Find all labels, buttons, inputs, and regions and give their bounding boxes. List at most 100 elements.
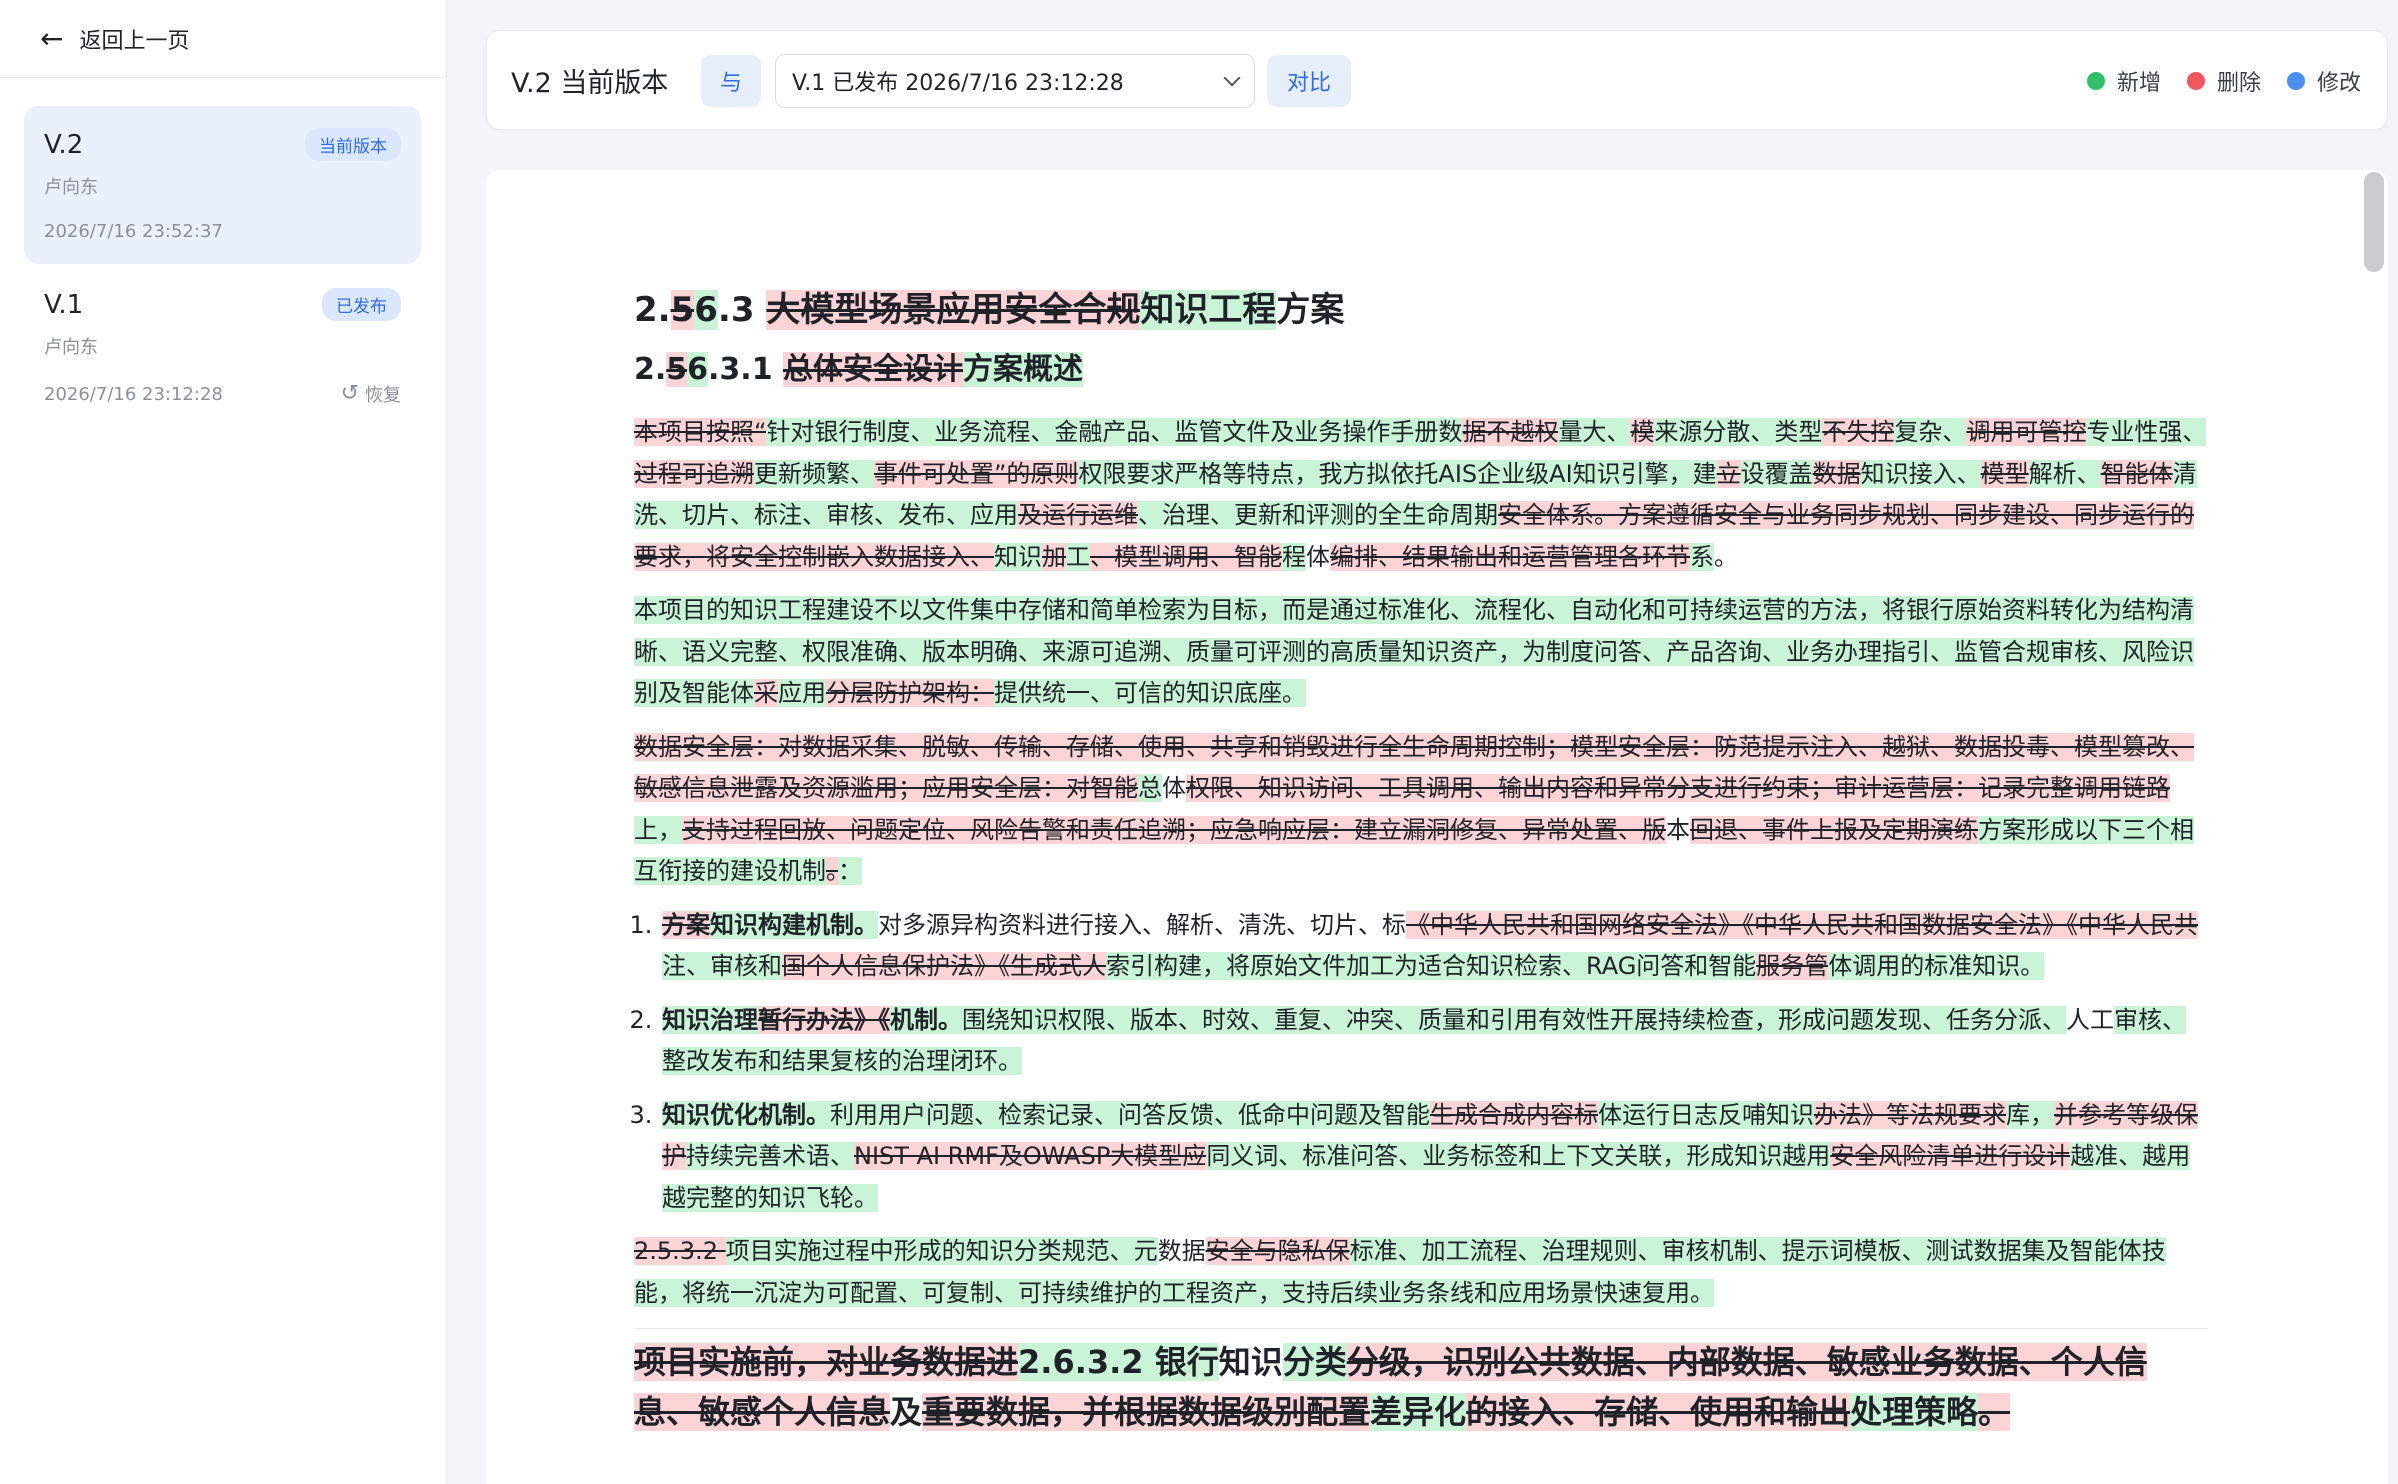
added-text: 注、审核和 [662, 952, 782, 980]
unchanged-text: 方案 [1276, 290, 1345, 330]
deleted-text: 事件可处置”的原则 [874, 459, 1079, 488]
list-item: 知识优化机制。利用用户问题、检索记录、问答反馈、低命中问题及智能生成合成内容标体… [660, 1095, 2208, 1220]
paragraph: 本项目按照“针对银行制度、业务流程、金融产品、监管文件及业务操作手册数据不越权量… [634, 412, 2208, 578]
unchanged-text: 2. [634, 352, 667, 387]
added-text: 专业性强、 [2086, 418, 2207, 446]
added-text: 知识工程 [1140, 290, 1277, 330]
unchanged-text: .3 [717, 290, 767, 330]
legend-dot-deleted [2186, 72, 2205, 90]
deleted-text: 。 [1978, 1393, 2011, 1431]
added-text: 更新频繁、 [754, 459, 874, 488]
compare-button[interactable]: 对比 [1267, 55, 1351, 107]
back-label: 返回上一页 [79, 28, 190, 54]
unchanged-text: .3.1 [708, 352, 784, 387]
deleted-text: 生成合成内容标 [1430, 1100, 1598, 1129]
added-text: 知识接入、 [1860, 459, 1981, 488]
unchanged-text: 对多源异构资料进行接入、解析、清洗、切片、标 [878, 910, 1406, 939]
deleted-text: 分层防护架构： [826, 679, 994, 707]
deleted-text: 国个人信息保护法》《生成式人 [782, 952, 1106, 980]
version-date: 2026/7/16 23:52:37 [44, 221, 223, 242]
compare-version-value: V.1 已发布 2026/7/16 23:12:28 [792, 71, 1124, 96]
with-label: 与 [701, 55, 761, 107]
scrollbar-thumb[interactable] [2364, 172, 2384, 272]
deleted-text: 权限、知识访问、工具调用、输出内容和异常分支进行约束；审计运营层：记录完整调用链… [1186, 774, 2170, 802]
added-text: 提供统一、可信的知识底座。 [994, 679, 1306, 707]
version-date: 2026/7/16 23:12:28 [44, 383, 223, 405]
added-text: 知识 [994, 542, 1042, 571]
diff-legend: 新增 删除 修改 [2086, 65, 2361, 97]
unchanged-text: 。 [1714, 542, 1738, 571]
subsection-heading: 2.56.3.1 总体安全设计方案概述 [634, 342, 2208, 398]
legend-label: 修改 [2316, 71, 2361, 96]
unchanged-text: 本 [1666, 815, 1690, 844]
added-text: 系 [1690, 542, 1714, 571]
version-card-v1[interactable]: V.1 已发布 卢向东 2026/7/16 23:12:28 ↺ 恢复 [24, 266, 421, 429]
deleted-text: 据不越权 [1462, 418, 1559, 446]
added-text: 差异化 [1370, 1393, 1467, 1431]
added-text: 分类 [1282, 1343, 1347, 1381]
deleted-text: 重要数据，并根据数据级别配置 [922, 1393, 1371, 1431]
compare-version-select[interactable]: V.1 已发布 2026/7/16 23:12:28 [775, 54, 1255, 108]
version-card-v2[interactable]: V.2 当前版本 卢向东 2026/7/16 23:52:37 [24, 106, 421, 264]
unchanged-text: 2. [634, 290, 671, 330]
deleted-text: 过程可追溯 [634, 459, 754, 488]
deleted-text: 及运行运维 [1018, 501, 1138, 529]
deleted-text: 5 [666, 352, 688, 387]
scrollbar[interactable] [2360, 170, 2388, 1484]
restore-label: 恢复 [365, 385, 401, 406]
diff-content: 2.56.3 大模型场景应用安全合规知识工程方案 2.56.3.1 总体安全设计… [486, 170, 2388, 1484]
legend-deleted: 删除 [2186, 65, 2261, 97]
deleted-text: 服务管 [1756, 952, 1829, 980]
legend-dot-added [2086, 72, 2105, 90]
diff-document: 2.56.3 大模型场景应用安全合规知识工程方案 2.56.3.1 总体安全设计… [634, 282, 2208, 1437]
unchanged-text: 体 [1162, 774, 1186, 802]
deleted-text: 支持过程回放、问题定位、风险告警和责任追溯；应急响应层：建立漏洞修复、异常处置、… [682, 815, 1666, 844]
added-text: ： [838, 857, 862, 885]
deleted-text: 5 [670, 290, 695, 330]
unchanged-text: 知识 [1218, 1343, 1283, 1381]
deleted-text: 回退、事件上报及定期演练 [1690, 815, 1978, 844]
legend-label: 新增 [2116, 71, 2161, 96]
paragraph: 本项目的知识工程建设不以文件集中存储和简单检索为目标，而是通过标准化、流程化、自… [634, 590, 2208, 715]
page-title: V.2 当前版本 [511, 68, 669, 99]
added-text: 解析、 [2028, 459, 2101, 488]
compare-toolbar: V.2 当前版本 与 V.1 已发布 2026/7/16 23:12:28 对比… [486, 30, 2388, 130]
deleted-text: 数据 [1812, 459, 1861, 488]
added-text: 量大、 [1558, 418, 1631, 446]
added-text: 机制。 [890, 1005, 962, 1034]
deleted-text: 2.5.3.2 [634, 1237, 726, 1265]
legend-added: 新增 [2086, 65, 2161, 97]
deleted-text: 、模型调用、智能 [1090, 542, 1282, 571]
restore-icon: ↺ [340, 381, 359, 406]
deleted-text: 的接入、存储、使用和输出 [1466, 1393, 1851, 1431]
unchanged-text: 体 [1306, 542, 1330, 571]
added-text: 6 [694, 290, 718, 330]
subsection-heading: 项目实施前，对业务数据进2.6.3.2 银行知识分类分级，识别公共数据、内部数据… [634, 1337, 2208, 1437]
added-text: 程 [1282, 542, 1306, 571]
section-heading: 2.56.3 大模型场景应用安全合规知识工程方案 [634, 282, 2208, 338]
added-text: 应用 [778, 679, 826, 707]
divider [634, 1328, 2208, 1329]
mechanism-list: 方案知识构建机制。对多源异构资料进行接入、解析、清洗、切片、标《中华人民共和国网… [634, 905, 2208, 1220]
added-text: 方案概述 [963, 352, 1084, 387]
added-text: 处理策略 [1850, 1393, 1979, 1431]
restore-button[interactable]: ↺ 恢复 [341, 381, 401, 407]
deleted-text: 项目实施前，对业务数据进 [634, 1343, 1019, 1381]
version-author: 卢向东 [44, 337, 98, 358]
added-text: 权限要求严格等特点，我方拟依托AIS企业级AI知识引擎，建 [1078, 459, 1717, 488]
added-text: 设覆盖 [1740, 459, 1813, 488]
added-text: 针对银行制度、业务流程、金融产品、监管文件及业务操作手册数 [766, 418, 1463, 446]
back-button[interactable]: ← 返回上一页 [0, 0, 446, 78]
deleted-text: 模型 [1980, 459, 2029, 488]
status-badge: 当前版本 [305, 128, 401, 161]
added-text: 体调用的标准知识。 [1828, 952, 2045, 980]
added-text: 持续完善术语、 [686, 1142, 854, 1170]
deleted-text: 智能体 [2100, 459, 2173, 488]
added-text: 总 [1138, 774, 1162, 802]
deleted-text: 安全风险清单进行设计 [1830, 1142, 2071, 1170]
added-text: 库， [2006, 1100, 2054, 1129]
deleted-text: 《中华人民共和国网络安全法》《中华人民共和国数据安全法》《中华人民共 [1406, 910, 2198, 939]
status-badge: 已发布 [322, 288, 401, 321]
paragraph: 数据安全层：对数据采集、脱敏、传输、存储、使用、共享和销毁进行全生命周期控制；模… [634, 727, 2208, 893]
legend-dot-modified [2286, 72, 2305, 90]
